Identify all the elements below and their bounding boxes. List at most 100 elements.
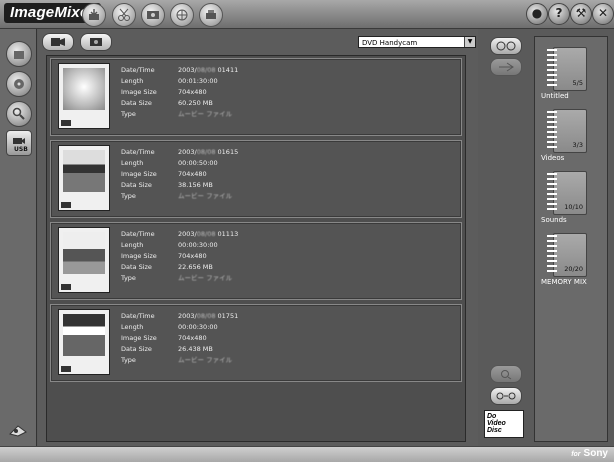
value-image-size: 704x480	[178, 88, 207, 96]
value-image-size: 704x480	[178, 252, 207, 260]
device-select[interactable]: DVD Handycam ▼	[358, 36, 476, 48]
value-datetime: 2003/08/08 01411	[178, 66, 239, 74]
copy-button[interactable]	[490, 387, 522, 405]
value-image-size: 704x480	[178, 170, 207, 178]
label-type: Type	[121, 274, 136, 282]
list-item[interactable]: Date/Time 2003/08/08 01751 Length 00:00:…	[50, 304, 462, 382]
close-icon: ✕	[597, 6, 609, 20]
value-datetime: 2003/08/08 01615	[178, 148, 239, 156]
list-item[interactable]: Date/Time 2003/08/08 01113 Length 00:00:…	[50, 222, 462, 300]
photo-icon	[90, 38, 102, 46]
label-image-size: Image Size	[121, 170, 157, 178]
video-thumbnail	[58, 227, 110, 293]
left-toolbar: USB	[0, 29, 37, 446]
mode-button-import[interactable]	[82, 3, 106, 27]
search-icon	[12, 107, 25, 120]
dvd-logo: Do Video Disc	[484, 410, 524, 438]
label-length: Length	[121, 241, 144, 249]
close-button[interactable]: ✕	[592, 3, 614, 25]
value-data-size: 26.438 MB	[178, 345, 213, 353]
help-button[interactable]: ?	[548, 3, 570, 25]
user-button[interactable]: ●	[526, 3, 548, 25]
video-badge-icon	[61, 366, 71, 372]
folder-icon	[14, 51, 24, 59]
import-icon	[89, 9, 99, 20]
value-length: 00:00:50:00	[178, 159, 218, 167]
notebook-icon	[547, 111, 557, 149]
mode-button-disc[interactable]	[141, 3, 165, 27]
transfer-icon	[496, 41, 516, 51]
album-item[interactable]: 3/3	[543, 109, 587, 153]
brand-label: for Sony	[571, 448, 608, 459]
label-image-size: Image Size	[121, 334, 157, 342]
label-length: Length	[121, 77, 144, 85]
folder-button[interactable]	[6, 41, 32, 67]
notebook-icon	[547, 173, 557, 211]
value-length: 00:01:30:00	[178, 77, 218, 85]
label-datetime: Date/Time	[121, 312, 155, 320]
video-badge-icon	[61, 202, 71, 208]
zoom-button[interactable]	[490, 365, 522, 383]
value-length: 00:00:30:00	[178, 241, 218, 249]
album-item[interactable]: 10/10	[543, 171, 587, 215]
value-type: ムービー ファイル	[178, 192, 233, 200]
copy-icon	[496, 392, 516, 400]
move-button[interactable]	[490, 58, 522, 76]
album-item[interactable]: 20/20	[543, 233, 587, 277]
album-count: 5/5	[572, 79, 583, 87]
label-length: Length	[121, 323, 144, 331]
value-datetime: 2003/08/08 01751	[178, 312, 239, 320]
value-length: 00:00:30:00	[178, 323, 218, 331]
value-type: ムービー ファイル	[178, 274, 233, 282]
value-type: ムービー ファイル	[178, 356, 233, 364]
value-datetime: 2003/08/08 01113	[178, 230, 239, 238]
label-type: Type	[121, 110, 136, 118]
share-icon	[176, 9, 188, 21]
video-thumbnail	[58, 63, 110, 129]
mode-button-share[interactable]	[170, 3, 194, 27]
label-data-size: Data Size	[121, 99, 152, 107]
search-button[interactable]	[6, 101, 32, 127]
list-item[interactable]: Date/Time 2003/08/08 01615 Length 00:00:…	[50, 140, 462, 218]
label-data-size: Data Size	[121, 345, 152, 353]
label-type: Type	[121, 192, 136, 200]
arrow-icon	[499, 62, 514, 72]
device-select-value: DVD Handycam	[362, 39, 418, 47]
video-badge-icon	[61, 284, 71, 290]
video-badge-icon	[61, 120, 71, 126]
transfer-to-album-button[interactable]	[490, 37, 522, 55]
value-data-size: 60.250 MB	[178, 99, 213, 107]
disc-view-button[interactable]	[6, 71, 32, 97]
album-count: 3/3	[572, 141, 583, 149]
album-label: Untitled	[541, 92, 569, 100]
tools-button[interactable]: ⚒	[570, 3, 592, 25]
disc-icon	[147, 11, 159, 19]
album-count: 20/20	[564, 265, 583, 273]
album-label: MEMORY MIX	[541, 278, 587, 286]
label-datetime: Date/Time	[121, 148, 155, 156]
value-image-size: 704x480	[178, 334, 207, 342]
label-data-size: Data Size	[121, 181, 152, 189]
label-datetime: Date/Time	[121, 230, 155, 238]
status-bar: for Sony	[0, 446, 614, 462]
label-image-size: Image Size	[121, 88, 157, 96]
title-bar: ImageMixer ● ? ⚒ ✕	[0, 0, 614, 29]
scissors-icon	[118, 8, 130, 21]
chevron-down-icon: ▼	[464, 37, 475, 47]
album-panel: 5/5 Untitled 3/3 Videos 10/10 Sounds 20/…	[534, 36, 608, 442]
list-item[interactable]: Date/Time 2003/08/08 01411 Length 00:01:…	[50, 58, 462, 136]
print-icon	[206, 10, 216, 19]
mode-button-print[interactable]	[199, 3, 223, 27]
still-view-button[interactable]	[80, 33, 112, 51]
video-view-button[interactable]	[42, 33, 74, 51]
value-type: ムービー ファイル	[178, 110, 233, 118]
label-data-size: Data Size	[121, 263, 152, 271]
usb-button[interactable]: USB	[6, 130, 32, 156]
album-item[interactable]: 5/5	[543, 47, 587, 91]
album-count: 10/10	[564, 203, 583, 211]
mode-button-edit[interactable]	[112, 3, 136, 27]
label-image-size: Image Size	[121, 252, 157, 260]
magnifier-icon	[501, 370, 512, 380]
video-thumbnail	[58, 309, 110, 375]
drive-icon[interactable]	[8, 422, 28, 442]
